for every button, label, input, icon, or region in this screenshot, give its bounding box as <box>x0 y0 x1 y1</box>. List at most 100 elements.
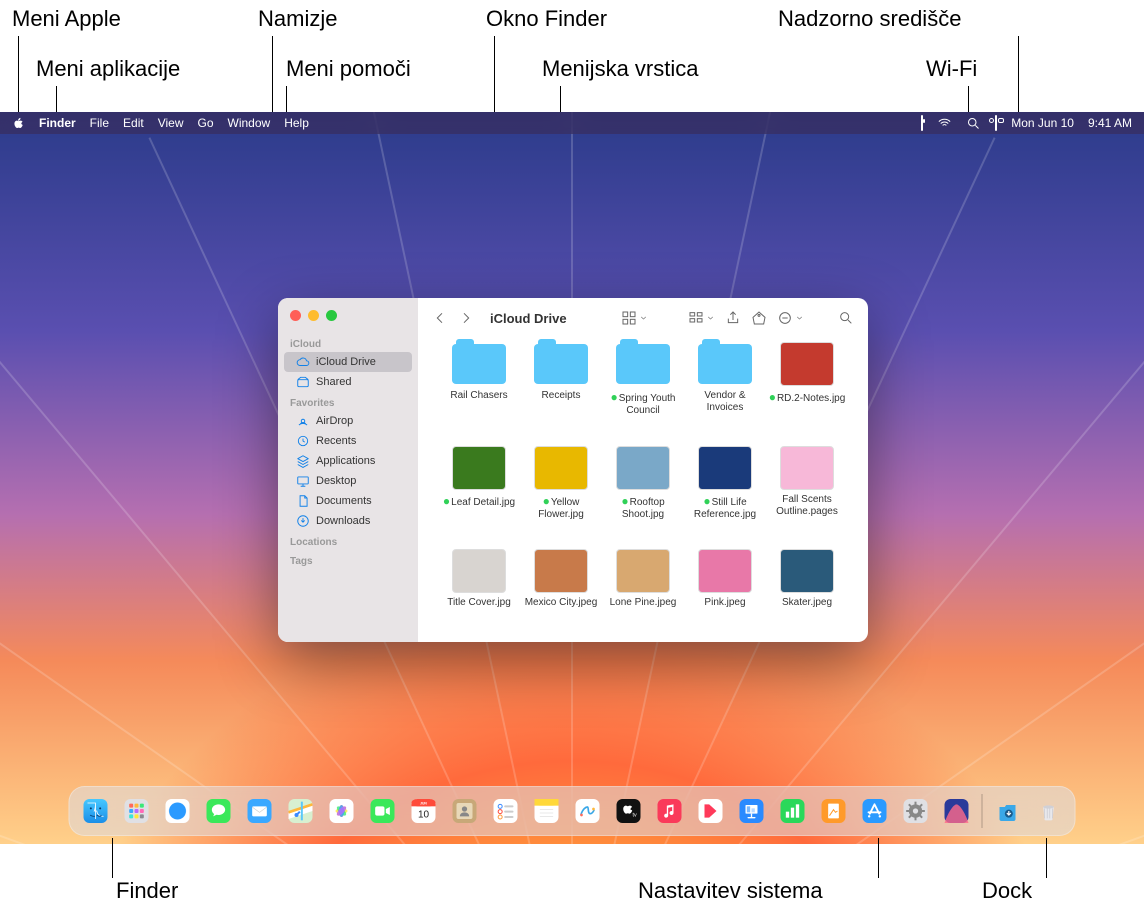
menu-help[interactable]: Help <box>284 116 309 130</box>
sidebar-item-shared[interactable]: Shared <box>284 372 412 392</box>
dock-app-wallpaper[interactable] <box>939 793 975 829</box>
search-button[interactable] <box>838 310 854 326</box>
sidebar-item-airdrop[interactable]: AirDrop <box>284 411 412 431</box>
file-label: Skater.jpeg <box>782 597 832 609</box>
sidebar-item-recents[interactable]: Recents <box>284 431 412 451</box>
files-grid: Rail Chasers Receipts●Spring Youth Counci… <box>418 338 868 642</box>
menu-file[interactable]: File <box>90 116 109 130</box>
dock-app-contacts[interactable] <box>447 793 483 829</box>
file-label: ●Spring Youth Council <box>603 390 683 417</box>
file-label: ●Yellow Flower.jpg <box>521 494 601 521</box>
dock-app-facetime[interactable] <box>365 793 401 829</box>
wifi-icon[interactable] <box>937 116 952 131</box>
sidebar-item-desktop[interactable]: Desktop <box>284 471 412 491</box>
shared-icon <box>296 375 310 389</box>
file-item[interactable]: ●Yellow Flower.jpg <box>520 446 602 544</box>
tags-button[interactable] <box>751 310 767 326</box>
callout-app-menu: Meni aplikacije <box>36 56 180 82</box>
file-item[interactable]: Mexico City.jpeg <box>520 549 602 632</box>
cloud-icon <box>296 355 310 369</box>
view-icons[interactable] <box>621 310 648 326</box>
menubar-time[interactable]: 9:41 AM <box>1088 116 1132 130</box>
dock-app-trash[interactable] <box>1031 793 1067 829</box>
dock-app-notes[interactable] <box>529 793 565 829</box>
dock-app-reminders[interactable] <box>488 793 524 829</box>
window-minimize[interactable] <box>308 310 319 321</box>
control-center-icon[interactable] <box>995 116 997 130</box>
dock-app-app-store[interactable] <box>857 793 893 829</box>
dock-app-tv[interactable]: tv <box>611 793 647 829</box>
file-item[interactable]: Vendor & Invoices <box>684 342 766 440</box>
window-zoom[interactable] <box>326 310 337 321</box>
dock-app-calendar[interactable]: JUN 10 <box>406 793 442 829</box>
file-item[interactable]: Rail Chasers <box>438 342 520 440</box>
spotlight-icon[interactable] <box>966 116 981 131</box>
sidebar-section-title: Favorites <box>278 392 418 411</box>
file-item[interactable]: Receipts <box>520 342 602 440</box>
dock-app-messages[interactable] <box>201 793 237 829</box>
dock-app-music[interactable] <box>652 793 688 829</box>
svg-text:10: 10 <box>418 810 430 821</box>
battery-icon[interactable] <box>921 116 923 130</box>
sidebar-item-icloud-drive[interactable]: iCloud Drive <box>284 352 412 372</box>
file-label: Fall Scents Outline.pages <box>767 494 847 518</box>
dock-app-mail[interactable] <box>242 793 278 829</box>
dock-app-keynote[interactable] <box>734 793 770 829</box>
action-button[interactable] <box>777 310 804 326</box>
dock-app-pages[interactable] <box>816 793 852 829</box>
group-button[interactable] <box>688 310 715 326</box>
file-label: Lone Pine.jpeg <box>610 597 677 609</box>
window-close[interactable] <box>290 310 301 321</box>
svg-text:tv: tv <box>633 812 637 818</box>
nav-back[interactable] <box>432 310 448 326</box>
file-item[interactable]: Fall Scents Outline.pages <box>766 446 848 544</box>
dock-app-finder[interactable] <box>78 793 114 829</box>
sidebar-section-title: iCloud <box>278 333 418 352</box>
file-label: ●Rooftop Shoot.jpg <box>603 494 683 521</box>
sidebar-item-documents[interactable]: Documents <box>284 491 412 511</box>
callout-wifi: Wi-Fi <box>926 56 977 82</box>
file-item[interactable]: ●RD.2-Notes.jpg <box>766 342 848 440</box>
dock-app-numbers[interactable] <box>775 793 811 829</box>
dock-app-freeform[interactable] <box>570 793 606 829</box>
sidebar-item-label: Downloads <box>316 515 370 527</box>
dock-app-maps[interactable] <box>283 793 319 829</box>
file-item[interactable]: Pink.jpeg <box>684 549 766 632</box>
dock-app-downloads[interactable] <box>990 793 1026 829</box>
file-label: Pink.jpeg <box>704 597 745 609</box>
file-item[interactable]: ●Spring Youth Council <box>602 342 684 440</box>
file-item[interactable]: ●Still Life Reference.jpg <box>684 446 766 544</box>
image-thumb <box>534 446 588 490</box>
dock-app-system-settings[interactable] <box>898 793 934 829</box>
sidebar-item-downloads[interactable]: Downloads <box>284 511 412 531</box>
file-item[interactable]: ●Rooftop Shoot.jpg <box>602 446 684 544</box>
dock-app-safari[interactable] <box>160 793 196 829</box>
file-item[interactable]: Skater.jpeg <box>766 549 848 632</box>
sidebar-item-label: Applications <box>316 455 375 467</box>
dock-app-news[interactable] <box>693 793 729 829</box>
share-button[interactable] <box>725 310 741 326</box>
menu-window[interactable]: Window <box>228 116 271 130</box>
callout-menu-bar: Menijska vrstica <box>542 56 698 82</box>
menu-go[interactable]: Go <box>198 116 214 130</box>
file-label: Vendor & Invoices <box>685 390 765 414</box>
menu-edit[interactable]: Edit <box>123 116 144 130</box>
dock-app-launchpad[interactable] <box>119 793 155 829</box>
file-item[interactable]: Title Cover.jpg <box>438 549 520 632</box>
image-thumb <box>616 446 670 490</box>
menu-view[interactable]: View <box>158 116 184 130</box>
nav-forward[interactable] <box>458 310 474 326</box>
file-item[interactable]: ●Leaf Detail.jpg <box>438 446 520 544</box>
app-menu[interactable]: Finder <box>39 116 76 130</box>
apple-menu-icon[interactable] <box>12 117 25 130</box>
menubar-date[interactable]: Mon Jun 10 <box>1011 116 1074 130</box>
dock-app-photos[interactable] <box>324 793 360 829</box>
svg-text:JUN: JUN <box>420 802 427 806</box>
file-item[interactable]: Lone Pine.jpeg <box>602 549 684 632</box>
sidebar-item-label: iCloud Drive <box>316 356 376 368</box>
file-label: Rail Chasers <box>450 390 507 402</box>
sidebar-item-label: Desktop <box>316 475 356 487</box>
documents-icon <box>296 494 310 508</box>
callout-help-menu: Meni pomoči <box>286 56 411 82</box>
sidebar-item-applications[interactable]: Applications <box>284 451 412 471</box>
